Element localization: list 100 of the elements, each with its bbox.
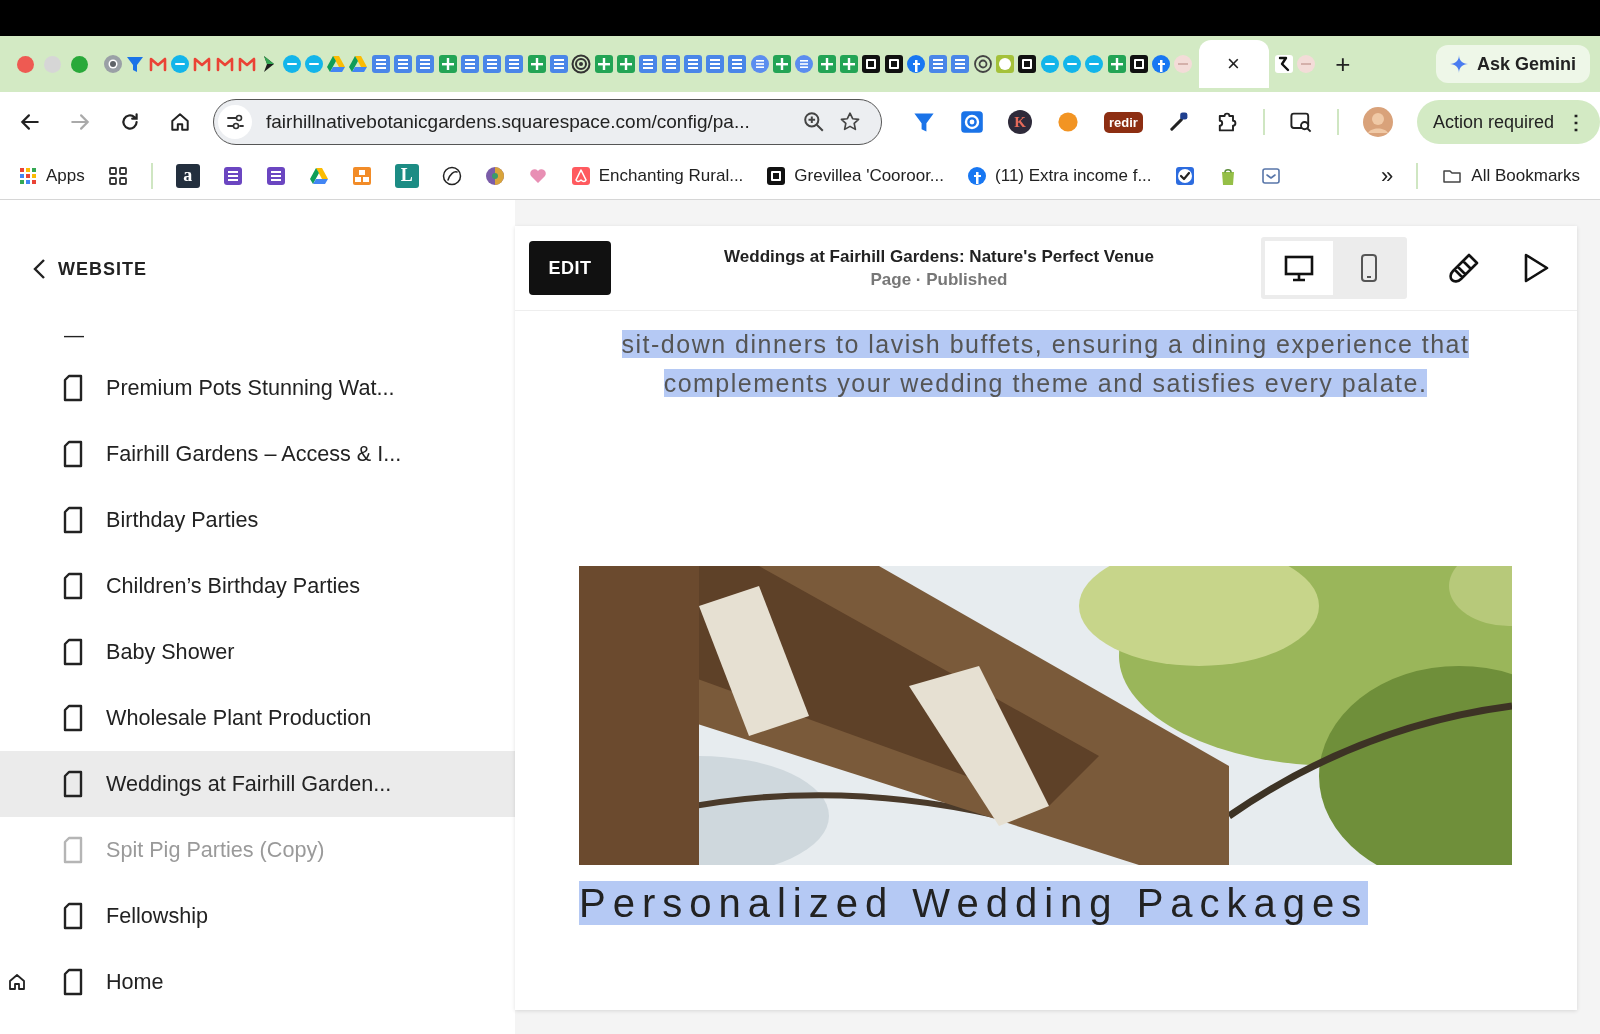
all-bookmarks-button[interactable]: All Bookmarks (1441, 165, 1580, 186)
bookmark-label: (11) Extra income f... (995, 165, 1152, 186)
circle-icon (1084, 54, 1105, 74)
emblem-icon[interactable] (441, 165, 462, 186)
document-icon (638, 54, 659, 74)
document-icon (393, 54, 413, 74)
browser-tab[interactable]: × (1198, 40, 1269, 88)
bookmark-label: Grevillea 'Cooroor... (794, 165, 945, 186)
document-icon (660, 54, 681, 74)
circle-icon (1039, 54, 1060, 74)
back-icon[interactable] (19, 111, 41, 133)
new-tab-button[interactable]: + (1335, 48, 1351, 80)
document-icon (504, 54, 525, 74)
site-info-icon[interactable] (218, 105, 252, 139)
plus-icon (526, 54, 547, 74)
grid-icon[interactable] (107, 165, 128, 186)
forward-icon[interactable] (69, 111, 91, 133)
page-icon (62, 572, 84, 600)
bookmark[interactable]: Enchanting Rural... (570, 165, 744, 186)
page-icon (62, 704, 84, 732)
page-item[interactable]: Children’s Birthday Parties (0, 553, 515, 619)
plus-icon (1106, 54, 1127, 74)
extension-icon[interactable]: redir (1104, 111, 1143, 133)
page-item[interactable]: Wholesale Plant Production (0, 685, 515, 751)
home-icon[interactable] (169, 111, 191, 133)
tray-icon[interactable] (1260, 165, 1281, 186)
page-title: Home (106, 969, 164, 995)
phone-icon (1359, 253, 1379, 283)
document-icon (682, 54, 703, 74)
page-item[interactable]: Baby Shower (0, 619, 515, 685)
close-tab-button[interactable]: × (1227, 51, 1240, 77)
zoom-window-button[interactable] (71, 55, 88, 73)
page-item[interactable]: Fairhill Gardens – Access & I... (0, 421, 515, 487)
square-icon (861, 54, 882, 74)
circle-icon (170, 54, 191, 74)
page-item[interactable]: Home (0, 949, 515, 1015)
address-bar[interactable]: fairhillnativebotanicgardens.squarespace.com/config/pa... (213, 99, 882, 145)
check-icon[interactable] (1174, 165, 1195, 186)
page-title: Fellowship (106, 903, 208, 929)
circle-icon (103, 54, 124, 74)
bookmark[interactable]: (11) Extra income f... (967, 165, 1152, 186)
triangle-icon (326, 54, 347, 74)
document-icon (727, 54, 748, 74)
gear-icon[interactable] (960, 110, 984, 134)
triangle-icon (348, 54, 369, 74)
page-icon (62, 836, 84, 864)
target-icon (571, 54, 592, 74)
document-icon (950, 54, 971, 74)
swirl-icon[interactable] (1056, 110, 1080, 134)
plus-icon (437, 54, 458, 74)
bookmark-label: Enchanting Rural... (598, 165, 744, 186)
page-name: Weddings at Fairhill Gardens: Nature's Perfect Venue (724, 246, 1154, 267)
apps-icon (18, 165, 38, 186)
more-bookmarks-button[interactable]: » (1381, 162, 1394, 189)
separator-mark: — (64, 323, 84, 348)
action-required-button[interactable]: Action required ⋮ (1416, 100, 1600, 144)
page-item[interactable]: Premium Pots Stunning Wat... (0, 355, 515, 421)
reload-icon[interactable] (119, 111, 141, 133)
page-title: Premium Pots Stunning Wat... (106, 375, 395, 401)
page-icon (62, 770, 84, 798)
ball-icon[interactable] (484, 165, 505, 186)
page-title: Spit Pig Parties (Copy) (106, 837, 325, 863)
monitor-icon (1284, 254, 1314, 282)
document-icon (459, 54, 480, 74)
page-title: Children’s Birthday Parties (106, 573, 361, 599)
page-status: Page · Published (870, 269, 1008, 290)
zoom-icon[interactable] (803, 111, 825, 133)
page-title: Weddings at Fairhill Garden... (106, 771, 392, 797)
desktop-view-button[interactable] (1265, 241, 1333, 295)
ask-gemini-button[interactable]: Ask Gemini (1435, 45, 1590, 83)
page-item[interactable]: Weddings at Fairhill Garden... (0, 751, 515, 817)
bookmark-icon[interactable]: a (175, 163, 200, 188)
tab-search-icon[interactable] (1288, 110, 1313, 134)
back-link[interactable]: WEBSITE (0, 251, 515, 287)
list-icon (794, 54, 815, 74)
logo-icon (905, 54, 926, 74)
blocks-icon[interactable] (351, 165, 372, 186)
close-window-button[interactable] (17, 55, 34, 73)
list-icon[interactable] (265, 165, 286, 186)
plus-icon (838, 54, 859, 74)
page-item[interactable]: Fellowship (0, 883, 515, 949)
extension-icon[interactable]: K (1008, 110, 1032, 134)
document-icon (370, 54, 391, 74)
bookmark[interactable]: Grevillea 'Cooroor... (766, 165, 945, 186)
bookmark-icon[interactable]: L (394, 163, 419, 188)
list-icon[interactable] (222, 165, 243, 186)
star-icon[interactable] (839, 111, 861, 133)
page-icon (62, 638, 84, 666)
document-icon (415, 54, 436, 74)
circle-icon (1061, 54, 1082, 74)
bookmark[interactable]: Apps (18, 165, 85, 186)
document-icon (705, 54, 726, 74)
logo-icon (967, 165, 988, 186)
avatar[interactable] (1362, 107, 1393, 137)
page-title: Baby Shower (106, 639, 235, 665)
logo-icon (1151, 54, 1172, 74)
edit-button[interactable]: EDIT (529, 241, 611, 295)
page-item[interactable]: Birthday Parties (0, 487, 515, 553)
triangle-icon[interactable] (308, 165, 329, 186)
brush-icon[interactable] (1447, 251, 1481, 285)
